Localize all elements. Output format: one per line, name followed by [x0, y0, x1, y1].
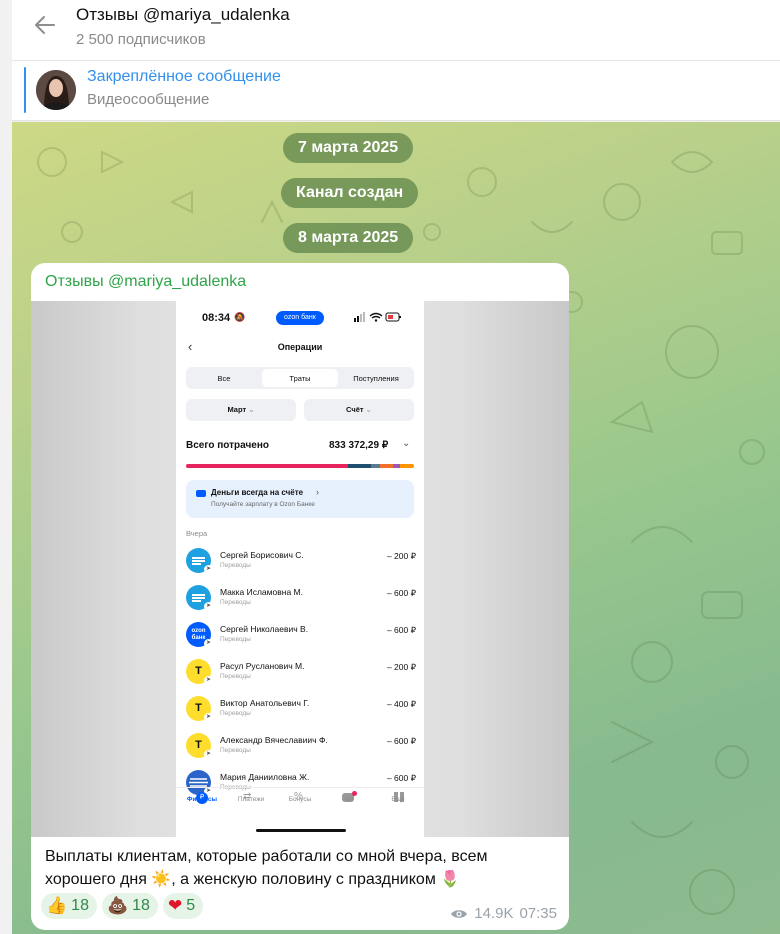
- operation-name: Макка Исламовна М.: [220, 587, 303, 597]
- operation-row: T ➤ Виктор Анатольевич Г. Переводы – 400 ₽: [186, 695, 416, 725]
- date-separator-2: 8 марта 2025: [283, 223, 414, 253]
- channel-title[interactable]: Отзывы @mariya_udalenka: [76, 5, 290, 25]
- operation-amount: – 600 ₽: [386, 773, 416, 783]
- banner-chevron-icon: ›: [316, 487, 319, 497]
- operation-row: T ➤ Александр Вячеславиич Ф. Переводы – 600 …: [186, 732, 416, 762]
- nav-finance-label: Финансы: [186, 796, 218, 803]
- operation-category: Переводы: [220, 673, 251, 680]
- message-time: 07:35: [519, 905, 557, 922]
- pinned-title: Закреплённое сообщение: [87, 68, 281, 85]
- reaction-count: 5: [186, 897, 196, 914]
- reaction-heart[interactable]: ❤ 5: [162, 893, 204, 919]
- wallet-icon: [196, 490, 206, 497]
- thumbs-up-emoji: 👍: [46, 896, 68, 915]
- total-value: 833 372,29 ₽: [329, 440, 389, 451]
- reactions-bar: 👍 18 💩 18 ❤ 5: [41, 893, 204, 919]
- operation-name: Александр Вячеславиич Ф.: [220, 735, 328, 745]
- banner-title: Деньги всегда на счёте: [211, 488, 304, 497]
- heart-emoji: ❤: [167, 896, 183, 915]
- date-separator-1: 7 марта 2025: [283, 133, 414, 163]
- operation-name: Сергей Борисович С.: [220, 550, 304, 560]
- message-text: Выплаты клиентам, которые работали со мн…: [45, 845, 545, 891]
- bell-off-icon: 🔕: [234, 312, 246, 322]
- operation-row: ozon банк ➤ Сергей Николаевич В. Переводы – 6…: [186, 621, 416, 651]
- reaction-count: 18: [71, 897, 89, 914]
- home-indicator: [256, 829, 346, 832]
- transfer-arrow-icon: ➤: [204, 676, 213, 685]
- tab-spending-label: Траты: [289, 374, 311, 383]
- chat-area: 7 марта 2025 Канал создан 8 марта 2025 О…: [12, 122, 780, 934]
- operation-amount: – 600 ₽: [386, 736, 416, 746]
- arrow-left-icon: [35, 16, 55, 34]
- filter-account-label: Счёт: [346, 405, 364, 414]
- operation-amount: – 200 ₽: [386, 662, 416, 672]
- subscriber-count: 2 500 подписчиков: [76, 31, 206, 48]
- operation-amount: – 400 ₽: [386, 699, 416, 709]
- reaction-count: 18: [132, 897, 150, 914]
- sun-emoji: ☀️: [151, 871, 172, 888]
- transfer-arrow-icon: ➤: [204, 639, 213, 648]
- operation-amount: – 200 ₽: [386, 551, 416, 561]
- eye-icon: [451, 909, 468, 918]
- filter-month-label: Март: [227, 405, 247, 414]
- poop-emoji: 💩: [106, 896, 129, 915]
- operation-category: Переводы: [220, 636, 251, 643]
- view-count: 14.9K: [474, 905, 514, 922]
- back-button[interactable]: [30, 10, 60, 40]
- operation-amount: – 600 ₽: [386, 625, 416, 635]
- pinned-indicator: [24, 67, 26, 113]
- operation-row: ➤ Сергей Борисович С. Переводы – 200 ₽: [186, 547, 416, 577]
- pinned-subtitle: Видеосообщение: [87, 91, 210, 108]
- reaction-thumbs-up[interactable]: 👍 18: [41, 893, 97, 919]
- tulip-emoji: 🌷: [440, 871, 461, 888]
- filter-month: Март ⌄: [186, 399, 296, 421]
- total-label: Всего потрачено: [186, 440, 269, 451]
- transfer-arrow-icon: ➤: [204, 602, 213, 611]
- operation-category: Переводы: [220, 710, 251, 717]
- bank-badge: ozon банк: [276, 311, 324, 325]
- message-photo[interactable]: 08:34 🔕 ozon банк ‹ Операции Все Траты П…: [31, 301, 569, 837]
- salary-banner: [186, 480, 414, 518]
- chat-header: Отзывы @mariya_udalenka 2 500 подписчико…: [12, 0, 780, 61]
- operation-category: Переводы: [220, 562, 251, 569]
- bank-app-screenshot: 08:34 🔕 ozon банк ‹ Операции Все Траты П…: [176, 301, 424, 837]
- operation-category: Переводы: [220, 747, 251, 754]
- nav-payments-label: Платежи: [237, 796, 265, 803]
- transfer-arrow-icon: ➤: [204, 750, 213, 759]
- tab-income: Поступления: [353, 374, 399, 383]
- message-text-part2: , а женскую половину с праздником: [171, 871, 441, 888]
- message-meta: 14.9K 07:35: [450, 905, 557, 922]
- operation-amount: – 600 ₽: [386, 588, 416, 598]
- operation-row: T ➤ Расул Русланович М. Переводы – 200 ₽: [186, 658, 416, 688]
- nav-chat-label: Чат: [343, 796, 355, 803]
- operation-name: Мария Данииловна Ж.: [220, 772, 310, 782]
- filter-account: Счёт ⌄: [304, 399, 414, 421]
- channel-created-notice: Канал создан: [281, 178, 419, 208]
- pinned-message-bar[interactable]: Закреплённое сообщение Видеосообщение: [12, 61, 780, 121]
- nav-bonus-label: Бонусы: [288, 796, 312, 803]
- signal-battery-icons: [354, 311, 402, 325]
- pinned-thumbnail: [36, 70, 76, 110]
- message-author[interactable]: Отзывы @mariya_udalenka: [45, 273, 246, 291]
- operation-category: Переводы: [220, 599, 251, 606]
- tab-all: Все: [217, 374, 231, 383]
- operation-name: Расул Русланович М.: [220, 661, 305, 671]
- bottom-nav-divider: [176, 787, 424, 788]
- operation-row: ➤ Макка Исламовна М. Переводы – 600 ₽: [186, 584, 416, 614]
- chevron-down-icon: ⌄: [402, 438, 411, 449]
- banner-subtitle: Получайте зарплату в Ozon Банке: [211, 501, 315, 508]
- operation-name: Сергей Николаевич В.: [220, 624, 309, 634]
- operation-name: Виктор Анатольевич Г.: [220, 698, 310, 708]
- transfer-arrow-icon: ➤: [204, 565, 213, 574]
- transfer-arrow-icon: ➤: [204, 713, 213, 722]
- reaction-poop[interactable]: 💩 18: [101, 893, 158, 919]
- section-header: Вчера: [186, 529, 208, 538]
- phone-clock: 08:34: [202, 312, 231, 324]
- message-bubble[interactable]: Отзывы @mariya_udalenka 08:34 🔕 ozon бан…: [31, 263, 569, 930]
- nav-more-label: Ещё: [391, 796, 405, 803]
- screen-title: Операции: [277, 342, 323, 352]
- spending-breakdown-bar: [186, 464, 414, 468]
